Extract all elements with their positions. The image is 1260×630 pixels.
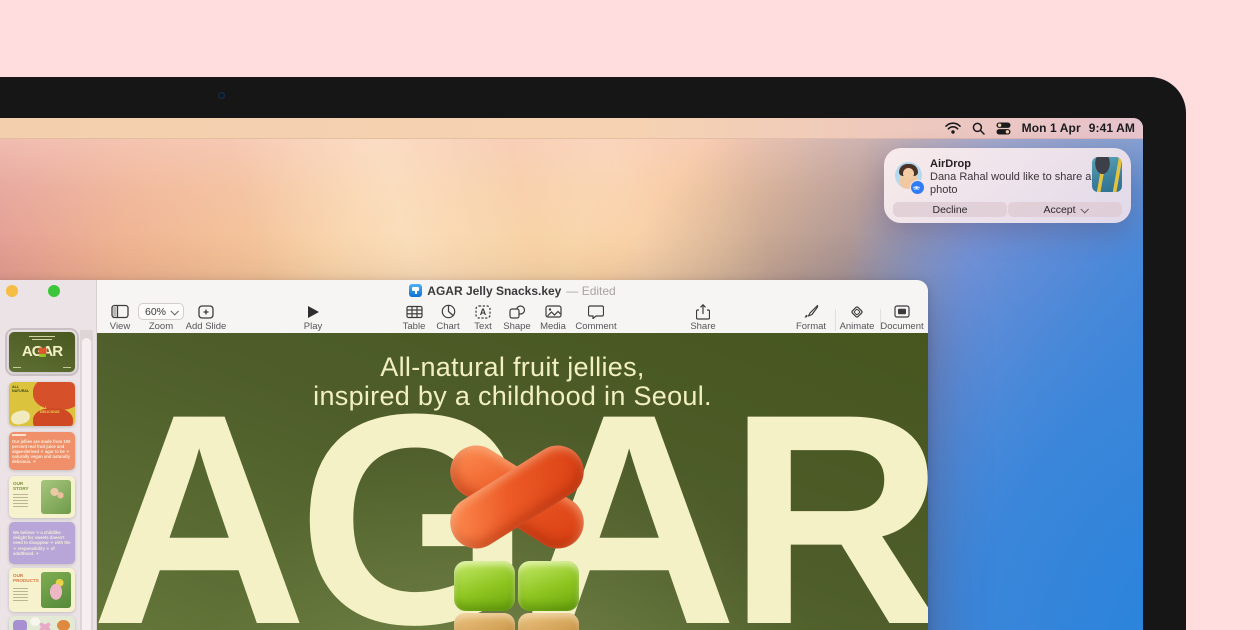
marketing-canvas: { "colors": { "background_pink": "#ffdcd… bbox=[0, 0, 1260, 630]
notification-message: Dana Rahal would like to share a photo bbox=[930, 171, 1098, 196]
airdrop-badge-icon bbox=[910, 180, 925, 195]
sidebar-view-icon bbox=[111, 303, 129, 320]
table-icon bbox=[406, 303, 423, 320]
format-brush-icon bbox=[803, 303, 819, 320]
spotlight-search-icon[interactable] bbox=[972, 122, 985, 135]
window-title: AGAR Jelly Snacks.key bbox=[427, 284, 561, 298]
thumbnail-photo bbox=[41, 480, 71, 514]
notification-title: AirDrop bbox=[930, 158, 971, 170]
slide-thumbnail-4[interactable]: OUR STORY 4 bbox=[9, 476, 75, 518]
animate-icon bbox=[849, 303, 865, 320]
display-camera bbox=[218, 92, 225, 99]
slide-canvas[interactable]: All-natural fruit jellies, inspired by a… bbox=[97, 333, 928, 630]
menu-bar-date[interactable]: Mon 1 Apr bbox=[1022, 121, 1081, 135]
media-icon bbox=[545, 303, 562, 320]
wifi-icon[interactable] bbox=[945, 122, 961, 134]
decline-button[interactable]: Decline bbox=[893, 202, 1007, 217]
minimize-button[interactable] bbox=[6, 285, 18, 297]
play-button[interactable]: Play bbox=[287, 303, 339, 332]
slide-thumbnail-5[interactable]: We believe ✳ a childlike delight for swe… bbox=[9, 522, 75, 564]
comment-icon bbox=[588, 303, 604, 320]
chevron-down-icon bbox=[170, 307, 178, 315]
accept-button[interactable]: Accept bbox=[1008, 202, 1122, 217]
zoom-window-button[interactable] bbox=[48, 285, 60, 297]
format-button[interactable]: Format bbox=[785, 303, 837, 332]
add-slide-button[interactable]: Add Slide bbox=[180, 303, 232, 332]
slide-thumbnail-6[interactable]: OUR PRODUCTS 6 bbox=[9, 568, 75, 612]
share-icon bbox=[696, 303, 710, 320]
display-screen: Mon 1 Apr 9:41 AM AirDrop Dana Rahal wou… bbox=[0, 118, 1143, 630]
document-button[interactable]: Document bbox=[876, 303, 928, 332]
edited-status: — Edited bbox=[566, 284, 615, 298]
chevron-down-icon bbox=[1080, 205, 1088, 213]
shape-icon bbox=[509, 303, 526, 320]
control-center-icon[interactable] bbox=[996, 122, 1011, 135]
airdrop-notification[interactable]: AirDrop Dana Rahal would like to share a… bbox=[884, 148, 1131, 223]
text-icon: A bbox=[475, 303, 491, 320]
add-slide-icon bbox=[198, 303, 214, 320]
shared-photo-thumbnail bbox=[1092, 157, 1122, 192]
keynote-window: AGAR 1 ALLNATURAL ALLDELICIOUS 2 Our jel… bbox=[0, 280, 928, 630]
jelly-amber-cubes bbox=[454, 613, 579, 630]
comment-button[interactable]: Comment bbox=[570, 303, 622, 332]
menu-bar: Mon 1 Apr 9:41 AM bbox=[0, 118, 1143, 139]
window-titlebar: AGAR Jelly Snacks.key — Edited bbox=[97, 280, 928, 301]
jelly-stack-graphic[interactable] bbox=[433, 429, 601, 630]
slide-thumbnail-2[interactable]: ALLNATURAL ALLDELICIOUS 2 bbox=[9, 382, 75, 426]
menu-bar-clock[interactable]: 9:41 AM bbox=[1089, 121, 1135, 135]
jelly-x-shape bbox=[447, 429, 587, 565]
slide-thumbnail-7[interactable]: 7 bbox=[9, 616, 75, 630]
keynote-doc-icon bbox=[409, 284, 422, 297]
slide-navigator: AGAR 1 ALLNATURAL ALLDELICIOUS 2 Our jel… bbox=[0, 280, 97, 630]
document-icon bbox=[894, 303, 910, 320]
svg-text:A: A bbox=[480, 307, 487, 317]
play-icon bbox=[308, 303, 319, 320]
navigator-scrollbar-thumb[interactable] bbox=[82, 338, 91, 630]
slide-thumbnail-3[interactable]: Our jellies are made from 100 percent re… bbox=[9, 432, 75, 470]
share-button[interactable]: Share bbox=[677, 303, 729, 332]
thumbnail-photo bbox=[41, 572, 71, 608]
slide-thumbnail-1[interactable]: AGAR 1 bbox=[9, 332, 75, 372]
chart-icon bbox=[441, 303, 456, 320]
jelly-green-cubes bbox=[454, 561, 579, 611]
toolbar: View 60% Zoom Add Slide Play Table bbox=[97, 301, 928, 333]
window-main: AGAR Jelly Snacks.key — Edited View 60% … bbox=[97, 280, 928, 630]
